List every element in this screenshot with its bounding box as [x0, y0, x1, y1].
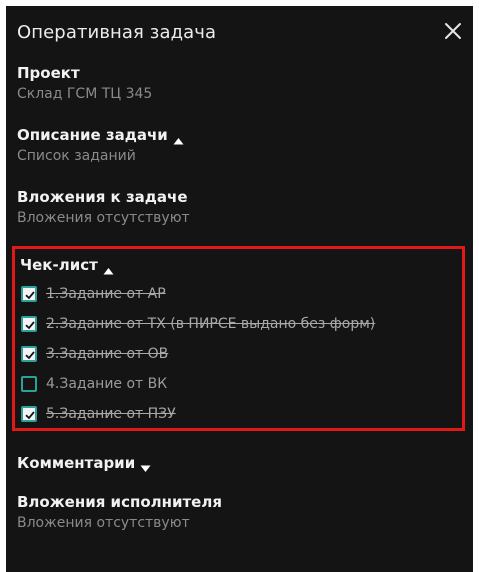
checkbox-checked[interactable]: [21, 286, 37, 302]
caret-up-icon: [103, 261, 114, 275]
close-icon[interactable]: [442, 20, 464, 42]
checklist-section: Чек-лист 1.Задание от АР 2.Задание от ТХ…: [12, 246, 465, 431]
project-section: Проект Склад ГСМ ТЦ 345: [17, 64, 152, 102]
dialog-title: Оперативная задача: [17, 22, 217, 43]
caret-up-icon: [173, 131, 184, 145]
checklist-item-2[interactable]: 2.Задание от ТХ (в ПИРСЕ выдано без форм…: [21, 316, 375, 332]
executor-attachments-label: Вложения исполнителя: [17, 493, 222, 511]
caret-down-icon: [140, 459, 151, 472]
description-section: Описание задачи Список заданий: [17, 126, 184, 164]
checkbox-checked[interactable]: [21, 316, 37, 332]
checklist-item-5[interactable]: 5.Задание от ПЗУ: [21, 406, 176, 422]
checklist-item-3[interactable]: 3.Задание от ОВ: [21, 346, 168, 362]
comments-section: Комментарии: [17, 454, 151, 472]
project-label: Проект: [17, 64, 80, 82]
checklist-label: Чек-лист: [20, 256, 98, 274]
checklist-toggle[interactable]: Чек-лист: [20, 256, 114, 275]
executor-attachments-section: Вложения исполнителя Вложения отсутствую…: [17, 493, 222, 531]
description-label: Описание задачи: [17, 126, 168, 144]
description-toggle[interactable]: Описание задачи: [17, 126, 184, 145]
checklist-item-text: 5.Задание от ПЗУ: [46, 406, 176, 422]
comments-label: Комментарии: [17, 454, 136, 472]
attachments-section: Вложения к задаче Вложения отсутствуют: [17, 188, 190, 226]
checklist-item-text: 2.Задание от ТХ (в ПИРСЕ выдано без форм…: [46, 316, 376, 332]
executor-attachments-value: Вложения отсутствуют: [17, 515, 190, 531]
task-panel: Оперативная задача Проект Склад ГСМ ТЦ 3…: [6, 6, 473, 572]
checkbox-checked[interactable]: [21, 406, 37, 422]
project-value: Склад ГСМ ТЦ 345: [17, 86, 153, 102]
checklist-item-1[interactable]: 1.Задание от АР: [21, 286, 166, 302]
attachments-label: Вложения к задаче: [17, 188, 188, 206]
checklist-item-4[interactable]: 4.Задание от ВК: [21, 376, 167, 392]
checklist-item-text: 4.Задание от ВК: [46, 376, 168, 392]
attachments-value: Вложения отсутствуют: [17, 210, 190, 226]
checklist-item-text: 1.Задание от АР: [46, 286, 166, 302]
checkbox-unchecked[interactable]: [21, 376, 37, 392]
checkbox-checked[interactable]: [21, 346, 37, 362]
comments-toggle[interactable]: Комментарии: [17, 454, 151, 472]
description-value: Список заданий: [17, 148, 136, 164]
checklist-item-text: 3.Задание от ОВ: [46, 346, 169, 362]
